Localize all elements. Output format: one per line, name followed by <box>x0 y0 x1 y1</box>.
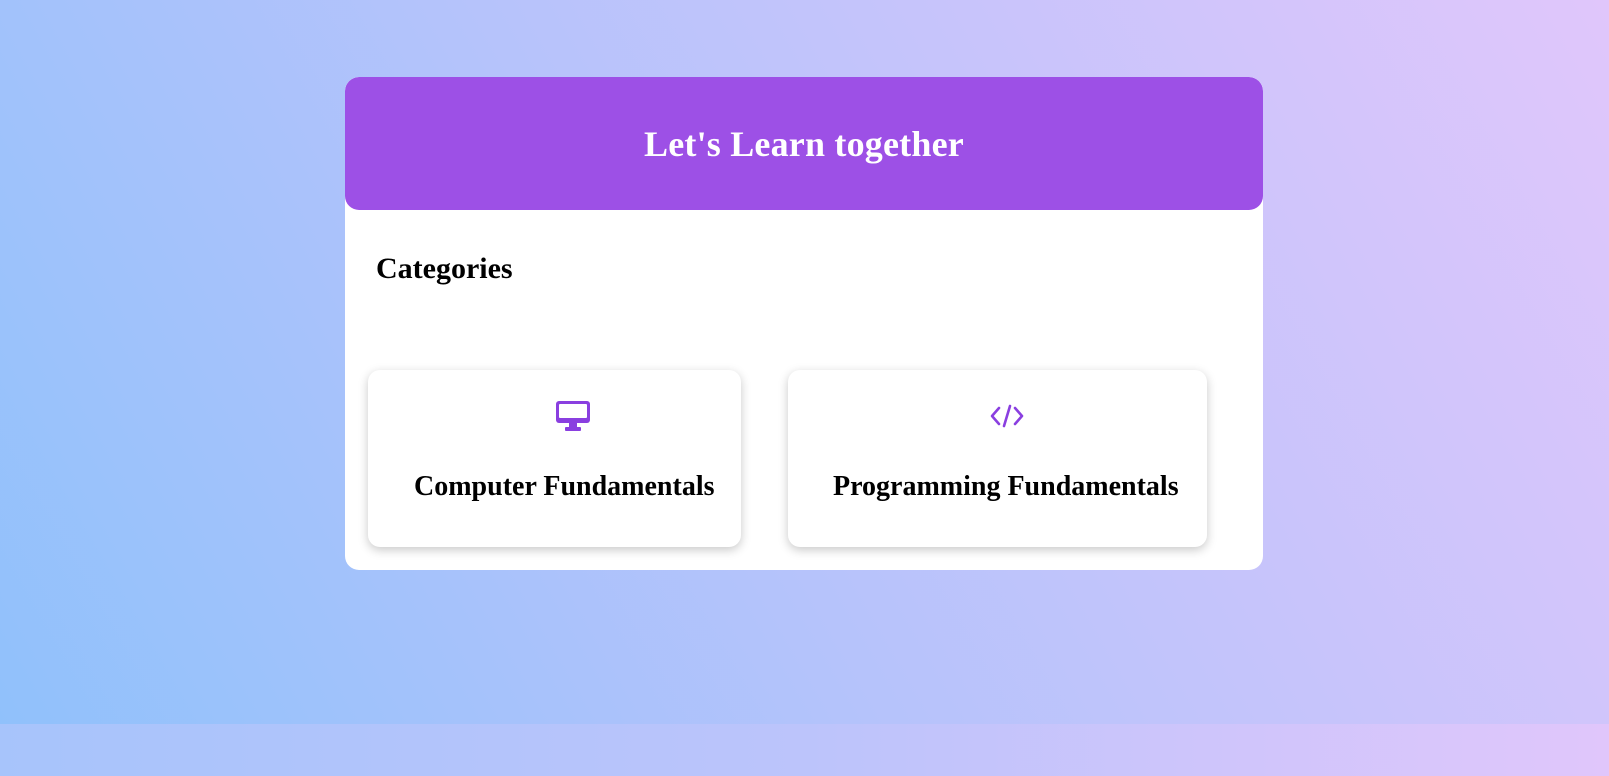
category-label: Programming Fundamentals <box>833 471 1179 502</box>
page-title: Let's Learn together <box>644 123 964 164</box>
category-card-programming-fundamentals[interactable]: Programming Fundamentals <box>788 370 1207 547</box>
code-brackets-icon <box>987 396 1027 436</box>
page-footer-band <box>0 724 1609 776</box>
category-label: Computer Fundamentals <box>414 471 715 502</box>
category-card-computer-fundamentals[interactable]: Computer Fundamentals <box>368 370 741 547</box>
learning-panel: Let's Learn together Categories Computer… <box>345 77 1263 570</box>
page-header: Let's Learn together <box>345 77 1263 210</box>
desktop-monitor-icon <box>553 396 593 436</box>
categories-heading: Categories <box>376 252 513 285</box>
